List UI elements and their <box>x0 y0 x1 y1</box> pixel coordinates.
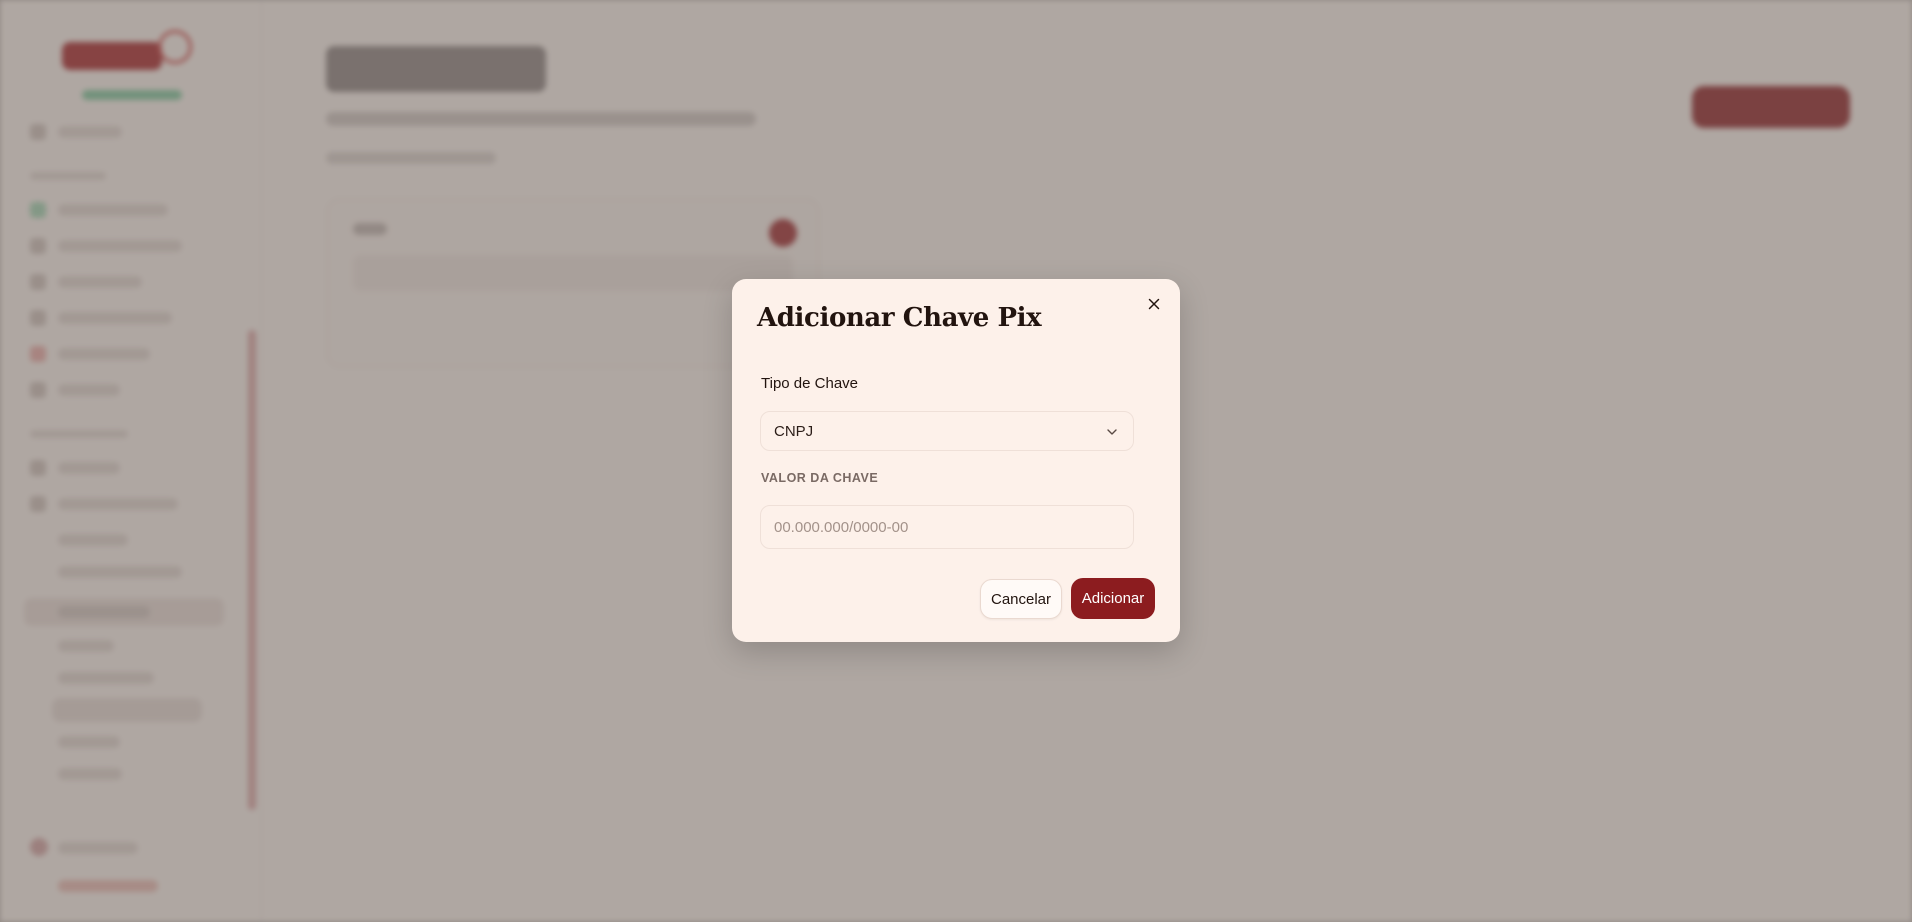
key-type-label: Tipo de Chave <box>761 375 859 392</box>
add-pix-key-dialog: Adicionar Chave Pix Tipo de Chave CNPJ V… <box>732 279 1180 642</box>
cancel-button[interactable]: Cancelar <box>980 579 1062 619</box>
close-icon[interactable] <box>1144 294 1164 314</box>
chevron-down-icon <box>1105 425 1119 439</box>
add-button[interactable]: Adicionar <box>1071 578 1155 619</box>
key-type-select[interactable]: CNPJ <box>760 411 1134 451</box>
key-value-label: VALOR DA CHAVE <box>761 471 879 485</box>
dialog-title: Adicionar Chave Pix <box>757 303 1042 333</box>
key-type-selected-value: CNPJ <box>774 423 814 440</box>
key-value-input[interactable] <box>760 505 1134 549</box>
